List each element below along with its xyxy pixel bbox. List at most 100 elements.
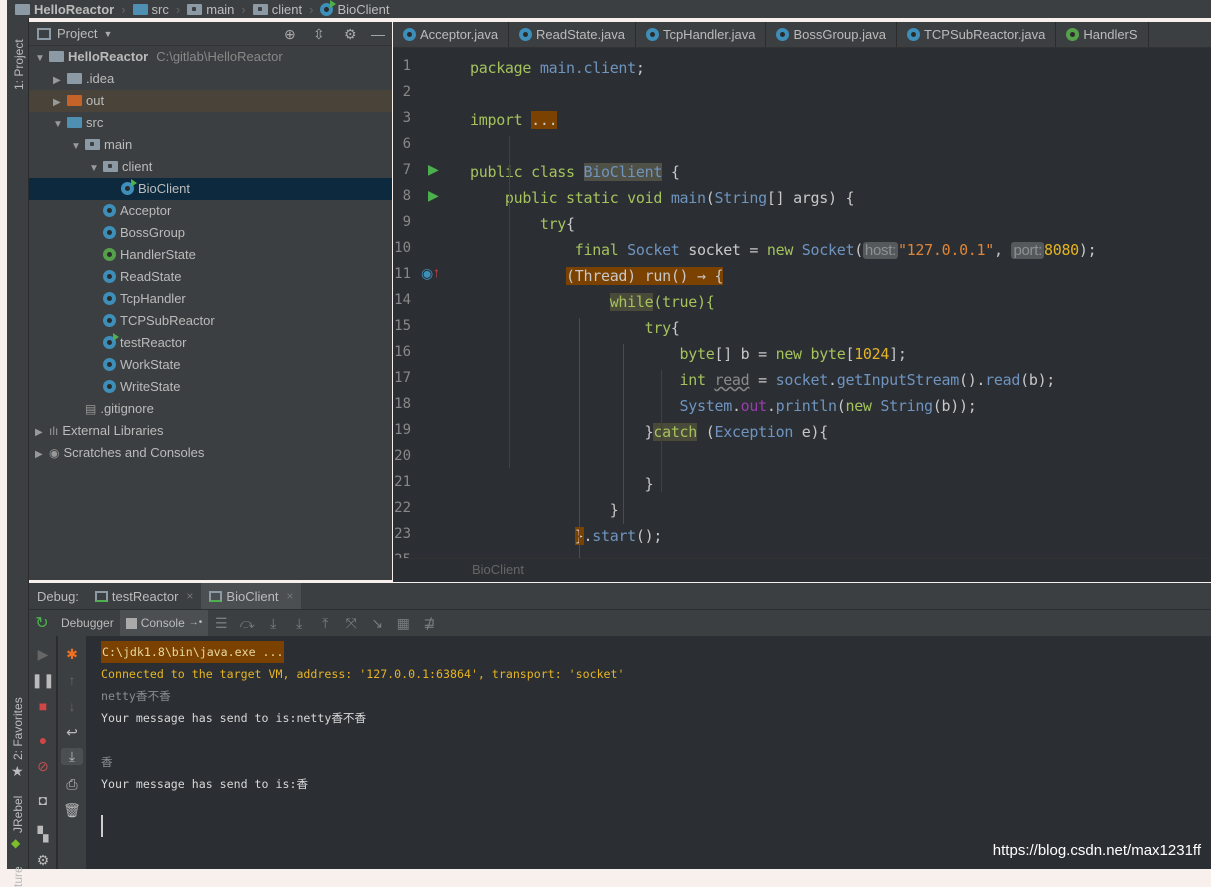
- code-token: socket =: [679, 241, 767, 259]
- up-icon[interactable]: ↑: [58, 672, 86, 688]
- package-icon: [85, 139, 100, 150]
- code-line: byte[] b = new byte[1024];: [470, 342, 907, 366]
- indent-guide: [661, 370, 662, 492]
- debug-threads-icon[interactable]: ✱: [58, 646, 86, 663]
- console-output[interactable]: C:\jdk1.8\bin\java.exe ... Connected to t…: [101, 641, 625, 795]
- tree-item-workstate[interactable]: WorkState: [29, 354, 392, 376]
- code-line: (Thread) run() → {: [470, 264, 724, 288]
- close-icon[interactable]: ×: [186, 589, 193, 603]
- editor-tab[interactable]: Acceptor.java: [393, 22, 510, 47]
- tree-item-handlerstate[interactable]: HandlerState: [29, 244, 392, 266]
- step-out-icon[interactable]: ⤒: [312, 615, 338, 632]
- breadcrumb-item[interactable]: client: [252, 2, 302, 17]
- code-token: int: [470, 371, 715, 389]
- down-icon[interactable]: ↓: [58, 698, 86, 714]
- scroll-to-end-icon[interactable]: ⤓: [61, 748, 83, 765]
- force-step-into-icon[interactable]: ⤓: [286, 615, 312, 632]
- tab-label: HandlerS: [1083, 27, 1138, 42]
- jrebel-tool-button[interactable]: JRebel: [11, 796, 25, 833]
- layout-icon[interactable]: ▚: [29, 826, 57, 843]
- tree-item-scratches-and-consoles[interactable]: ▶ ◉ Scratches and Consoles: [29, 442, 392, 464]
- tree-item-tcphandler[interactable]: TcpHandler: [29, 288, 392, 310]
- gear-icon[interactable]: ⚙: [344, 26, 357, 43]
- camera-icon[interactable]: ◘: [29, 792, 57, 808]
- threads-icon[interactable]: ☰: [208, 615, 234, 632]
- tab-console[interactable]: Console →•: [119, 610, 209, 636]
- code-token: catch: [653, 423, 698, 441]
- tree-item-readstate[interactable]: ReadState: [29, 266, 392, 288]
- editor-tab[interactable]: HandlerS: [1056, 22, 1149, 47]
- chevron-down-icon[interactable]: ▼: [71, 136, 85, 158]
- chevron-right-icon[interactable]: ▶: [53, 92, 67, 114]
- tree-item-src[interactable]: ▼ src: [29, 112, 392, 134]
- trash-icon[interactable]: 🗑: [58, 802, 86, 819]
- pause-icon[interactable]: ❚❚: [29, 672, 57, 689]
- debug-session-tab[interactable]: BioClient ×: [201, 583, 302, 609]
- tree-item-bioclient[interactable]: BioClient: [29, 178, 392, 200]
- resume-icon[interactable]: ▶: [29, 646, 57, 663]
- code-line: try{: [470, 212, 575, 236]
- chevron-right-icon[interactable]: ▶: [35, 444, 49, 466]
- project-tool-button[interactable]: 1: Project: [12, 39, 26, 90]
- drop-frame-icon[interactable]: ⤧: [338, 615, 364, 632]
- tree-item-helloreactor[interactable]: ▼ HelloReactor C:\gitlab\HelloReactor: [29, 46, 392, 68]
- tree-item-label: ReadState: [120, 269, 182, 284]
- tree-item-main[interactable]: ▼ main: [29, 134, 392, 156]
- tree-item-acceptor[interactable]: Acceptor: [29, 200, 392, 222]
- chevron-down-icon[interactable]: ▼: [103, 29, 112, 39]
- project-panel: Project ▼ ⊕ ⇳ ⚙ — ▼ HelloReactor C:\gitlab…: [29, 22, 392, 580]
- close-icon[interactable]: ×: [286, 589, 293, 603]
- tree-item-client[interactable]: ▼ client: [29, 156, 392, 178]
- tree-item-bossgroup[interactable]: BossGroup: [29, 222, 392, 244]
- step-into-icon[interactable]: ⤓: [260, 615, 286, 632]
- class-icon: [320, 0, 337, 16]
- code-line: }.start();: [470, 524, 662, 548]
- chevron-down-icon[interactable]: ▼: [53, 114, 67, 136]
- evaluate-icon[interactable]: ▦: [390, 615, 416, 632]
- project-view-selector[interactable]: Project: [57, 26, 97, 41]
- settings-icon[interactable]: ⚙: [29, 852, 57, 869]
- favorites-tool-button[interactable]: 2: Favorites: [11, 697, 25, 760]
- step-over-icon[interactable]: ⤼: [234, 615, 260, 632]
- tree-item--gitignore[interactable]: ▤ .gitignore: [29, 398, 392, 420]
- code-area[interactable]: package main.client; import ... public cla…: [393, 48, 1211, 558]
- pin-icon[interactable]: →•: [189, 610, 203, 636]
- debug-session-tab[interactable]: testReactor ×: [87, 583, 202, 609]
- chevron-right-icon[interactable]: ▶: [53, 70, 67, 92]
- editor-tab[interactable]: TCPSubReactor.java: [897, 22, 1057, 47]
- code-token: main: [670, 189, 706, 207]
- locate-icon[interactable]: ⊕: [284, 26, 296, 43]
- trace-icon[interactable]: ⋣: [416, 615, 442, 632]
- view-breakpoints-icon[interactable]: ●: [29, 732, 57, 748]
- editor-tab[interactable]: TcpHandler.java: [636, 22, 767, 47]
- rerun-icon[interactable]: ↻: [29, 613, 55, 633]
- tree-item-testreactor[interactable]: testReactor: [29, 332, 392, 354]
- mute-breakpoints-icon[interactable]: ⊘: [29, 758, 57, 775]
- stop-icon[interactable]: ■: [29, 698, 57, 714]
- breadcrumb-item[interactable]: BioClient: [320, 0, 390, 17]
- folder-icon: [187, 3, 203, 15]
- structure-tool-button[interactable]: ture: [11, 866, 25, 887]
- tab-debugger[interactable]: Debugger: [55, 610, 120, 636]
- breadcrumb-item[interactable]: main: [187, 2, 234, 17]
- chevron-right-icon[interactable]: ▶: [35, 422, 49, 444]
- breadcrumb-item[interactable]: HelloReactor: [15, 2, 114, 17]
- print-icon[interactable]: ⎙: [58, 776, 86, 793]
- tab-label: Acceptor.java: [420, 27, 499, 42]
- minimize-icon[interactable]: —: [371, 26, 385, 42]
- tree-item--idea[interactable]: ▶ .idea: [29, 68, 392, 90]
- editor-tab[interactable]: BossGroup.java: [766, 22, 897, 47]
- collapse-all-icon[interactable]: ⇳: [313, 26, 325, 43]
- run-to-cursor-icon[interactable]: ↘: [364, 615, 390, 632]
- chevron-down-icon[interactable]: ▼: [89, 158, 103, 180]
- console-line: 香: [101, 751, 625, 773]
- tree-item-tcpsubreactor[interactable]: TCPSubReactor: [29, 310, 392, 332]
- editor-tab[interactable]: ReadState.java: [509, 22, 636, 47]
- tree-item-external-libraries[interactable]: ▶ ılı External Libraries: [29, 420, 392, 442]
- tree-item-out[interactable]: ▶ out: [29, 90, 392, 112]
- tree-item-writestate[interactable]: WriteState: [29, 376, 392, 398]
- chevron-down-icon[interactable]: ▼: [35, 48, 49, 70]
- breadcrumb-item[interactable]: src: [132, 2, 169, 17]
- soft-wrap-icon[interactable]: ↩: [58, 724, 86, 741]
